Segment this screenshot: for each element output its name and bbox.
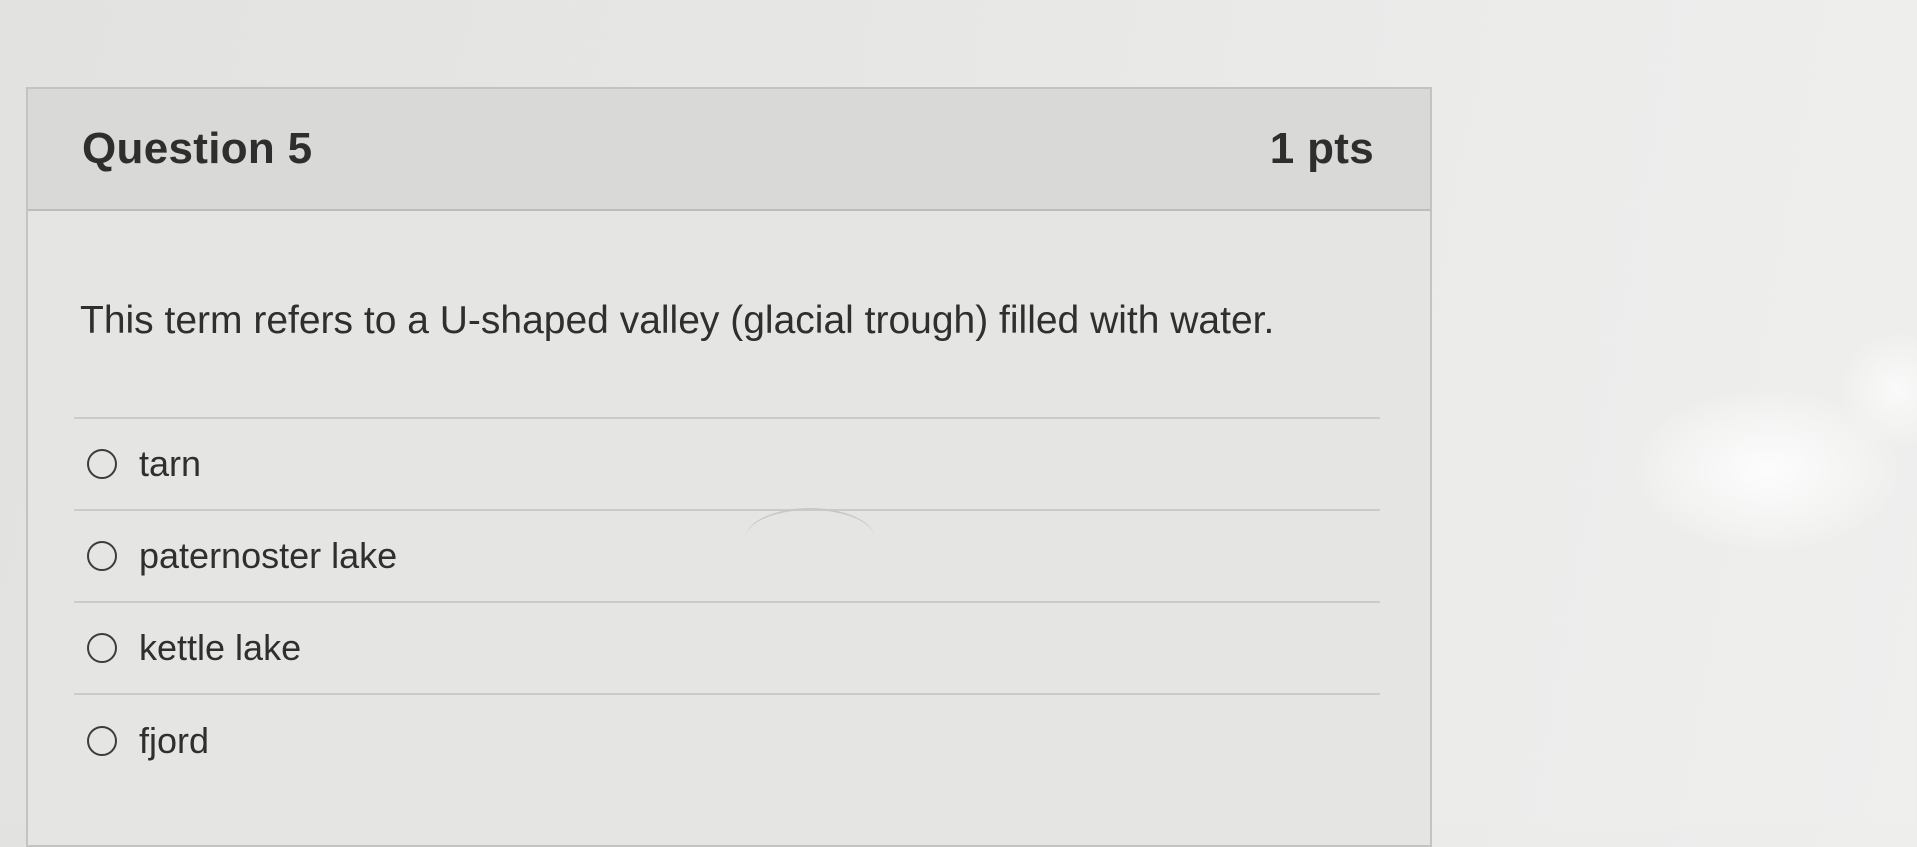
radio-button[interactable] bbox=[87, 633, 117, 663]
answer-option-fjord[interactable]: fjord bbox=[74, 695, 1380, 787]
question-points: 1 pts bbox=[1269, 124, 1374, 173]
question-header: Question 5 1 pts bbox=[28, 89, 1430, 211]
answer-label: fjord bbox=[139, 720, 210, 761]
question-title: Question 5 bbox=[82, 124, 313, 173]
question-text: This term refers to a U-shaped valley (g… bbox=[80, 299, 1275, 342]
radio-button[interactable] bbox=[87, 449, 117, 479]
answer-label: tarn bbox=[139, 443, 202, 484]
answer-label: paternoster lake bbox=[139, 535, 398, 576]
radio-button[interactable] bbox=[87, 726, 117, 756]
screen-smudge bbox=[745, 508, 875, 570]
answer-option-tarn[interactable]: tarn bbox=[74, 419, 1380, 511]
question-card: Question 5 1 pts This term refers to a U… bbox=[26, 87, 1432, 847]
answer-list: tarn paternoster lake kettle lake fjord bbox=[74, 417, 1380, 787]
radio-button[interactable] bbox=[87, 541, 117, 571]
answer-option-paternoster-lake[interactable]: paternoster lake bbox=[74, 511, 1380, 603]
answer-label: kettle lake bbox=[139, 627, 302, 668]
answer-option-kettle-lake[interactable]: kettle lake bbox=[74, 603, 1380, 695]
